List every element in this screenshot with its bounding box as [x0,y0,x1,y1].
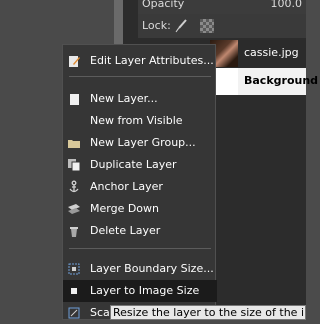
menu-item-layer-boundary-size[interactable]: Layer Boundary Size... [63,258,217,280]
menu-item-new-layer[interactable]: New Layer... [63,88,217,110]
menu-item-label: Anchor Layer [90,180,163,193]
opacity-value: 100.0 [270,0,303,10]
menu-separator [69,76,211,77]
delete-icon [67,224,81,238]
menu-separator [69,248,211,249]
merge-down-icon [67,202,81,216]
menu-item-label: Edit Layer Attributes... [90,54,214,67]
menu-item-label: Delete Layer [90,224,161,237]
layer-context-menu: Edit Layer Attributes... New Layer... Ne… [62,44,217,320]
menu-item-label: Duplicate Layer [90,158,177,171]
menu-item-new-from-visible[interactable]: New from Visible [63,110,217,132]
lock-alpha-checker-icon[interactable] [200,19,214,33]
tooltip: Resize the layer to the size of the imag… [110,305,306,320]
menu-item-delete-layer[interactable]: Delete Layer [63,220,217,242]
menu-item-merge-down[interactable]: Merge Down [63,198,217,220]
boundary-size-icon [67,262,81,276]
menu-item-label: Layer Boundary Size... [90,262,214,275]
menu-item-label: New Layer Group... [90,136,196,149]
folder-icon [67,136,81,150]
layer-name: cassie.jpg [244,46,299,59]
menu-item-anchor-layer[interactable]: Anchor Layer [63,176,217,198]
menu-item-label: New from Visible [90,114,183,127]
scale-icon [67,306,81,320]
lock-label: Lock: [142,19,171,32]
menu-item-edit-layer-attributes[interactable]: Edit Layer Attributes... [63,50,217,72]
duplicate-icon [67,158,81,172]
menu-item-label: Merge Down [90,202,160,215]
new-layer-icon [67,92,81,106]
opacity-label: Opacity [142,0,185,10]
anchor-icon [67,180,81,194]
layer-name: Background [244,74,319,87]
lock-row: Lock: [138,14,306,38]
menu-item-layer-to-image-size[interactable]: Layer to Image Size [63,280,217,302]
lock-pixels-brush-icon[interactable] [174,19,188,33]
menu-item-duplicate-layer[interactable]: Duplicate Layer [63,154,217,176]
layer-to-image-size-icon [67,284,81,298]
opacity-slider[interactable]: Opacity 100.0 [138,0,306,15]
menu-item-new-layer-group[interactable]: New Layer Group... [63,132,217,154]
menu-item-label: New Layer... [90,92,158,105]
menu-item-label: Layer to Image Size [90,284,200,297]
edit-attributes-icon [67,54,81,68]
